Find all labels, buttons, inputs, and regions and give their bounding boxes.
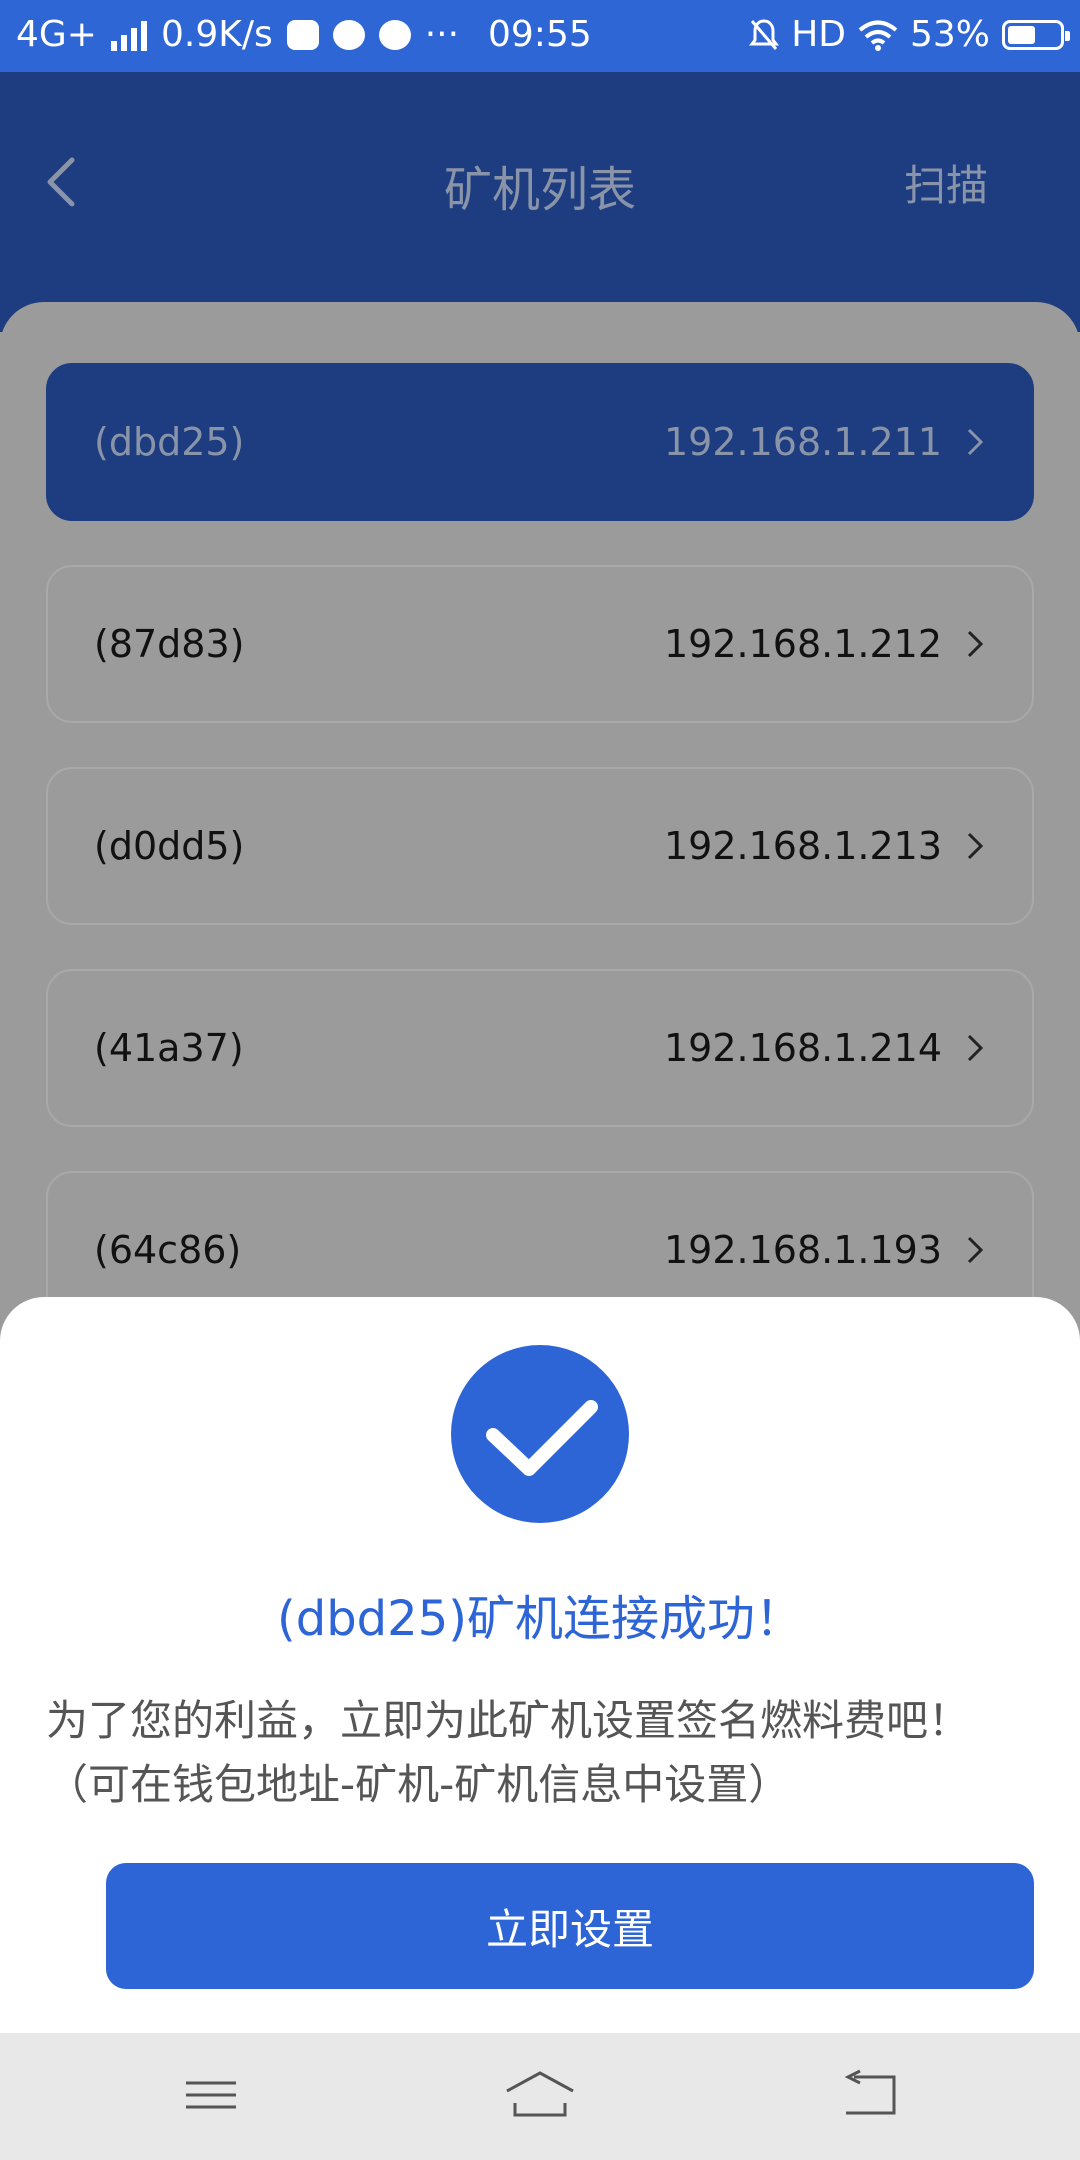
miner-list-item[interactable]: (41a37) 192.168.1.214 <box>46 969 1034 1127</box>
battery-icon <box>1002 19 1070 50</box>
miner-ip: 192.168.1.193 <box>663 1228 942 1272</box>
miner-list-item[interactable]: (dbd25) 192.168.1.211 <box>46 363 1034 521</box>
miner-name: (64c86) <box>94 1228 242 1272</box>
success-title: (dbd25)矿机连接成功！ <box>277 1591 803 1647</box>
chevron-right-icon <box>967 1034 984 1062</box>
hd-indicator: HD <box>791 14 846 55</box>
chevron-right-icon <box>967 630 984 658</box>
network-type: 4G+ <box>16 14 97 55</box>
clock: 09:55 <box>488 14 592 55</box>
app-notification-icon <box>332 19 365 50</box>
network-speed: 0.9K/s <box>160 14 273 55</box>
miner-list-item[interactable]: (87d83) 192.168.1.212 <box>46 565 1034 723</box>
miner-ip: 192.168.1.213 <box>663 824 942 868</box>
app-notification-icon <box>286 19 319 50</box>
miner-ip: 192.168.1.212 <box>663 622 942 666</box>
battery-level <box>1008 25 1035 44</box>
wifi-icon <box>858 20 898 51</box>
home-icon[interactable] <box>495 2063 585 2127</box>
app-header: 矿机列表 扫描 <box>0 72 1080 332</box>
miner-name: (d0dd5) <box>94 824 245 868</box>
connection-success-dialog: (dbd25)矿机连接成功！ 为了您的利益，立即为此矿机设置签名燃料费吧！（可在… <box>0 1297 1080 2033</box>
miner-name: (87d83) <box>94 622 245 666</box>
miner-ip: 192.168.1.214 <box>663 1026 942 1070</box>
success-check-icon <box>451 1345 629 1523</box>
app-notification-icon <box>378 19 411 50</box>
dialog-message: 为了您的利益，立即为此矿机设置签名燃料费吧！（可在钱包地址-矿机-矿机信息中设置… <box>46 1696 971 1809</box>
scan-button[interactable]: 扫描 <box>904 152 988 213</box>
more-notifications: ··· <box>424 14 460 55</box>
miner-name: (41a37) <box>94 1026 244 1070</box>
menu-icon[interactable] <box>166 2063 256 2127</box>
chevron-right-icon <box>967 428 984 456</box>
chevron-right-icon <box>967 1236 984 1264</box>
miner-name: (dbd25) <box>94 420 245 464</box>
signal-icon <box>110 19 147 51</box>
miner-list-item[interactable]: (d0dd5) 192.168.1.213 <box>46 767 1034 925</box>
miner-ip: 192.168.1.211 <box>663 420 942 464</box>
set-now-button[interactable]: 立即设置 <box>106 1863 1034 1989</box>
back-icon[interactable] <box>824 2063 914 2127</box>
chevron-right-icon <box>967 832 984 860</box>
battery-percent: 53% <box>909 14 990 55</box>
system-nav-bar <box>0 2033 1080 2160</box>
mute-bell-icon <box>749 18 780 50</box>
status-bar: 4G+ 0.9K/s ··· 09:55 HD 53% <box>0 0 1080 72</box>
